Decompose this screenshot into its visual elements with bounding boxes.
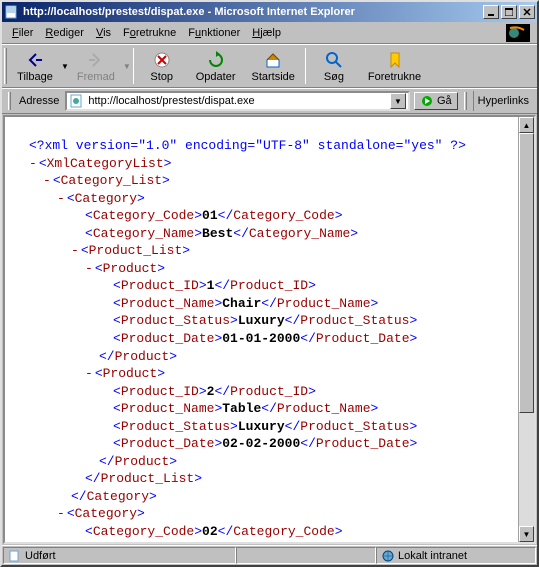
address-field[interactable]: ▼	[65, 91, 410, 111]
search-button[interactable]: Søg	[308, 48, 360, 85]
toolbar-grip[interactable]	[4, 48, 7, 84]
address-input[interactable]	[88, 95, 387, 107]
address-label: Adresse	[17, 95, 61, 107]
search-icon	[324, 50, 344, 70]
minimize-button[interactable]	[483, 5, 499, 19]
ie-page-icon	[4, 4, 20, 20]
menu-funktioner[interactable]: Funktioner	[182, 25, 246, 41]
favorites-label: Foretrukne	[368, 71, 421, 83]
favorites-button[interactable]: Foretrukne	[360, 48, 429, 85]
menu-filer[interactable]: Filer	[6, 25, 39, 41]
menu-hjaelp[interactable]: Hjælp	[246, 25, 287, 41]
address-dropdown[interactable]: ▼	[390, 93, 406, 109]
address-bar: Adresse ▼ Gå Hyperlinks	[2, 88, 537, 114]
maximize-button[interactable]	[501, 5, 517, 19]
refresh-icon	[206, 50, 226, 70]
links-bar[interactable]: Hyperlinks	[473, 91, 533, 111]
window-title: http://localhost/prestest/dispat.exe - M…	[23, 6, 483, 18]
search-label: Søg	[324, 71, 344, 83]
window-frame: http://localhost/prestest/dispat.exe - M…	[0, 0, 539, 567]
refresh-label: Opdater	[196, 71, 236, 83]
zone-text: Lokalt intranet	[398, 550, 467, 562]
intranet-zone-icon	[381, 549, 395, 563]
stop-button[interactable]: Stop	[136, 48, 188, 85]
refresh-button[interactable]: Opdater	[188, 48, 244, 85]
scroll-thumb[interactable]	[519, 133, 534, 413]
status-text: Udført	[25, 550, 56, 562]
forward-dropdown[interactable]: ▼	[123, 62, 131, 71]
go-icon	[420, 94, 434, 108]
close-button[interactable]	[519, 5, 535, 19]
menubar: Filer Rediger Vis Foretrukne Funktioner …	[2, 22, 537, 44]
back-button[interactable]: Tilbage	[9, 48, 61, 85]
menu-foretrukne[interactable]: Foretrukne	[117, 25, 182, 41]
menu-rediger[interactable]: Rediger	[39, 25, 90, 41]
status-middle	[236, 547, 376, 564]
ie-status-icon	[8, 549, 22, 563]
forward-label: Fremad	[77, 71, 115, 83]
menu-vis[interactable]: Vis	[90, 25, 117, 41]
addressbar-grip[interactable]	[8, 92, 11, 110]
home-label: Startside	[252, 71, 295, 83]
links-label: Hyperlinks	[478, 95, 529, 107]
favorites-icon	[385, 50, 405, 70]
back-label: Tilbage	[17, 71, 53, 83]
back-arrow-icon	[25, 50, 45, 70]
ie-logo-icon	[503, 24, 533, 42]
toolbar-separator-2	[305, 48, 306, 84]
scroll-up-button[interactable]: ▲	[519, 117, 534, 133]
content-pane: <?xml version="1.0" encoding="UTF-8" sta…	[3, 115, 536, 544]
window-buttons	[483, 5, 535, 19]
go-button[interactable]: Gå	[414, 92, 458, 110]
forward-button[interactable]: Fremad	[69, 48, 123, 85]
status-bar: Udført Lokalt intranet	[2, 545, 537, 565]
home-button[interactable]: Startside	[244, 48, 303, 85]
toolbar: Tilbage ▼ Fremad ▼ Stop Opdater Startsid…	[2, 44, 537, 88]
xml-pi: <?xml version="1.0" encoding="UTF-8" sta…	[29, 138, 466, 153]
titlebar: http://localhost/prestest/dispat.exe - M…	[2, 2, 537, 22]
status-zone: Lokalt intranet	[376, 547, 536, 564]
toolbar-separator	[133, 48, 134, 84]
links-grip[interactable]	[464, 92, 467, 110]
xml-view[interactable]: <?xml version="1.0" encoding="UTF-8" sta…	[5, 117, 534, 544]
stop-label: Stop	[150, 71, 173, 83]
forward-arrow-icon	[86, 50, 106, 70]
go-label: Gå	[437, 95, 452, 107]
stop-icon	[152, 50, 172, 70]
scroll-down-button[interactable]: ▼	[519, 526, 534, 542]
status-main: Udført	[3, 547, 236, 564]
back-dropdown[interactable]: ▼	[61, 62, 69, 71]
vertical-scrollbar[interactable]: ▲ ▼	[518, 117, 534, 542]
home-icon	[263, 50, 283, 70]
ie-page-icon-small	[69, 93, 85, 109]
